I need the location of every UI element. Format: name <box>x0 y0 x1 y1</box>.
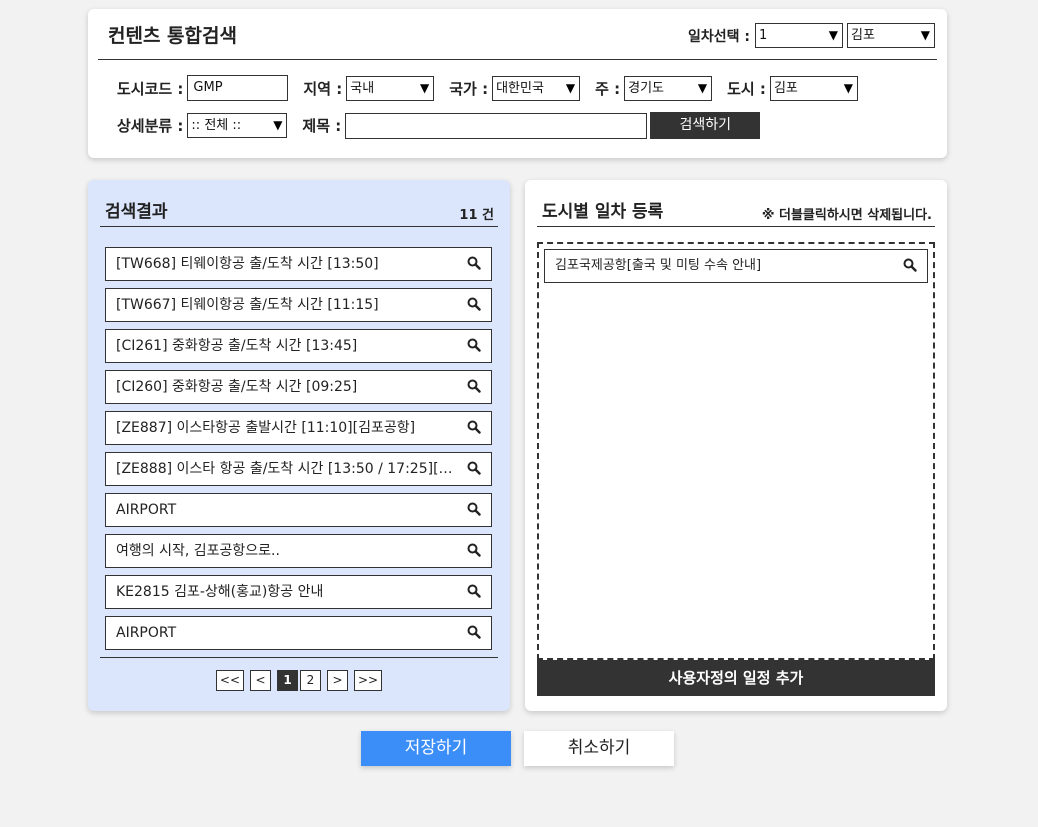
search-title: 컨텐츠 통합검색 <box>108 25 237 47</box>
pagination: << < 1 2 > >> <box>88 670 510 691</box>
page-next-button[interactable]: > <box>327 670 348 691</box>
city-code-label: 도시코드 : <box>117 79 184 98</box>
region-select[interactable]: 국내 ▼ <box>346 75 435 101</box>
search-icon[interactable] <box>467 461 481 475</box>
search-panel: 컨텐츠 통합검색 일차선택 : 1 ▼ 김포 ▼ 도시코드 : GMP 지역 :… <box>88 9 947 158</box>
subject-label: 제목 : <box>302 117 342 135</box>
result-item[interactable]: [CI260] 중화항공 출/도착 시간 [09:25] <box>105 370 492 404</box>
dropdown-arrow-icon: ▼ <box>273 118 283 132</box>
dropdown-arrow-icon: ▼ <box>697 80 708 95</box>
filter-row-2: 상세분류 : :: 전체 :: ▼ 제목 : 검색하기 <box>117 112 761 139</box>
search-icon[interactable] <box>903 258 917 272</box>
city-schedule-panel: 도시별 일차 등록 ※ 더블클릭하시면 삭제됩니다. 김포국제공항[출국 및 미… <box>525 180 947 711</box>
subject-input[interactable] <box>345 112 648 139</box>
search-icon[interactable] <box>467 297 481 311</box>
category-select-value: :: 전체 :: <box>191 118 242 133</box>
city-schedule-title: 도시별 일차 등록 <box>542 202 664 222</box>
result-item[interactable]: [TW668] 티웨이항공 출/도착 시간 [13:50] <box>105 247 492 281</box>
search-icon[interactable] <box>467 543 481 557</box>
country-label: 국가 : <box>449 79 489 98</box>
divider <box>100 226 498 227</box>
results-panel: 검색결과 11 건 [TW668] 티웨이항공 출/도착 시간 [13:50][… <box>88 180 510 711</box>
state-label: 주 : <box>595 79 621 98</box>
day-select[interactable]: 1 ▼ <box>755 23 843 48</box>
result-item-label: KE2815 김포-상해(홍교)항공 안내 <box>116 584 324 600</box>
result-item[interactable]: [ZE887] 이스타항공 출발시간 [11:10][김포공항] <box>105 411 492 445</box>
result-item-label: AIRPORT <box>116 625 177 641</box>
results-title: 검색결과 <box>105 202 168 222</box>
region-label: 지역 : <box>303 79 343 98</box>
country-select-value: 대한민국 <box>496 80 544 96</box>
result-item-label: [TW667] 티웨이항공 출/도착 시간 [11:15] <box>116 297 379 313</box>
date-select-area: 일차선택 : 1 ▼ 김포 ▼ <box>688 23 935 48</box>
result-item-label: [ZE887] 이스타항공 출발시간 [11:10][김포공항] <box>116 420 416 436</box>
day-city-select[interactable]: 김포 ▼ <box>847 23 935 48</box>
search-icon[interactable] <box>467 256 481 270</box>
search-icon[interactable] <box>467 420 481 434</box>
state-select[interactable]: 경기도 ▼ <box>624 75 713 101</box>
result-item[interactable]: [CI261] 중화항공 출/도착 시간 [13:45] <box>105 329 492 363</box>
page-prev-button[interactable]: < <box>250 670 271 691</box>
search-icon[interactable] <box>467 502 481 516</box>
schedule-dropzone[interactable]: 김포국제공항[출국 및 미팅 수속 안내] <box>537 242 935 660</box>
filter-row-1: 도시코드 : GMP 지역 : 국내 ▼ 국가 : 대한민국 ▼ 주 : 경기도… <box>117 75 858 101</box>
search-icon[interactable] <box>467 338 481 352</box>
page-1-button[interactable]: 1 <box>277 670 298 691</box>
date-select-label: 일차선택 : <box>688 28 750 45</box>
city-code-input[interactable]: GMP <box>187 75 289 101</box>
search-icon[interactable] <box>467 379 481 393</box>
page-last-button[interactable]: >> <box>354 670 383 691</box>
day-city-select-value: 김포 <box>851 28 875 43</box>
country-select[interactable]: 대한민국 ▼ <box>492 75 581 101</box>
cancel-button[interactable]: 취소하기 <box>524 731 674 766</box>
dropdown-arrow-icon: ▼ <box>828 28 838 42</box>
dropdown-arrow-icon: ▼ <box>565 80 576 95</box>
category-label: 상세분류 : <box>117 117 184 135</box>
search-icon[interactable] <box>467 584 481 598</box>
schedule-item[interactable]: 김포국제공항[출국 및 미팅 수속 안내] <box>544 249 928 283</box>
schedule-item-label: 김포국제공항[출국 및 미팅 수속 안내] <box>555 258 762 273</box>
city-select[interactable]: 김포 ▼ <box>769 75 858 101</box>
result-item-label: [TW668] 티웨이항공 출/도착 시간 [13:50] <box>116 256 379 272</box>
city-select-value: 김포 <box>773 80 798 96</box>
city-label: 도시 : <box>727 79 766 98</box>
state-select-value: 경기도 <box>628 80 664 96</box>
divider <box>100 657 498 658</box>
region-select-value: 국내 <box>350 80 375 96</box>
save-button[interactable]: 저장하기 <box>361 731 511 766</box>
divider <box>537 226 935 227</box>
add-custom-schedule-button[interactable]: 사용자정의 일정 추가 <box>537 660 935 696</box>
result-item-label: AIRPORT <box>116 502 177 518</box>
search-icon[interactable] <box>467 625 481 639</box>
result-item[interactable]: KE2815 김포-상해(홍교)항공 안내 <box>105 575 492 609</box>
search-button[interactable]: 검색하기 <box>650 112 761 139</box>
page-first-button[interactable]: << <box>215 670 244 691</box>
result-item-label: 여행의 시작, 김포공항으로.. <box>116 543 280 559</box>
result-item-label: [CI260] 중화항공 출/도착 시간 [09:25] <box>116 379 358 395</box>
dropdown-arrow-icon: ▼ <box>920 28 930 42</box>
day-select-value: 1 <box>759 28 768 43</box>
results-count: 11 건 <box>459 208 494 223</box>
result-item[interactable]: AIRPORT <box>105 616 492 650</box>
result-item[interactable]: [TW667] 티웨이항공 출/도착 시간 [11:15] <box>105 288 492 322</box>
result-item-label: [ZE888] 이스타 항공 출/도착 시간 [13:50 / 17:25][김… <box>116 461 492 477</box>
dropdown-arrow-icon: ▼ <box>843 80 853 95</box>
delete-hint: ※ 더블클릭하시면 삭제됩니다. <box>761 208 932 223</box>
category-select[interactable]: :: 전체 :: ▼ <box>187 113 288 138</box>
result-item[interactable]: 여행의 시작, 김포공항으로.. <box>105 534 492 568</box>
result-item[interactable]: AIRPORT <box>105 493 492 527</box>
results-list: [TW668] 티웨이항공 출/도착 시간 [13:50] [TW667] 티웨이… <box>105 247 492 657</box>
divider <box>98 59 937 60</box>
result-item[interactable]: [ZE888] 이스타 항공 출/도착 시간 [13:50 / 17:25][김… <box>105 452 492 486</box>
page-2-button[interactable]: 2 <box>300 670 321 691</box>
result-item-label: [CI261] 중화항공 출/도착 시간 [13:45] <box>116 338 358 354</box>
dropdown-arrow-icon: ▼ <box>420 80 430 95</box>
